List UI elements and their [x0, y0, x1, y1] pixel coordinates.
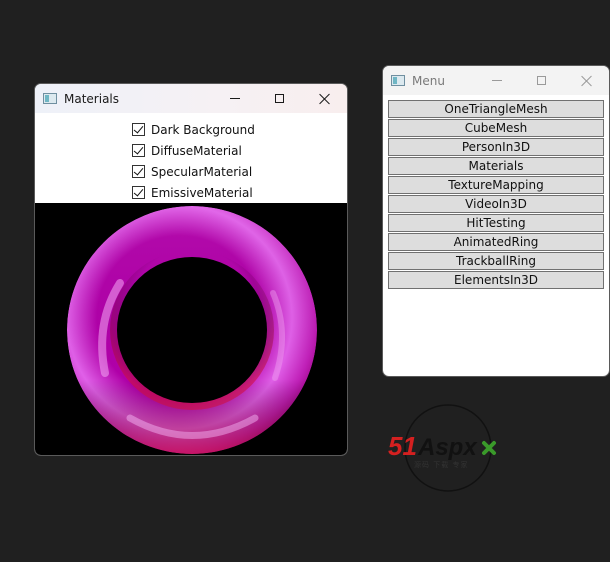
menu-button-elements-in-3d[interactable]: ElementsIn3D	[388, 271, 604, 289]
maximize-button[interactable]	[519, 66, 564, 95]
svg-text:51: 51	[388, 431, 417, 461]
maximize-button[interactable]	[257, 84, 302, 113]
svg-text:Aspx: Aspx	[417, 434, 478, 461]
menu-button-hit-testing[interactable]: HitTesting	[388, 214, 604, 232]
window-title: Materials	[64, 91, 120, 106]
checkbox-diffuse-material[interactable]: DiffuseMaterial	[132, 140, 347, 161]
menu-button-person-in-3d[interactable]: PersonIn3D	[388, 138, 604, 156]
minimize-button[interactable]	[474, 66, 519, 95]
menu-button-cube-mesh[interactable]: CubeMesh	[388, 119, 604, 137]
menu-titlebar[interactable]: Menu	[383, 66, 609, 95]
close-button[interactable]	[302, 84, 347, 113]
checkbox-checked-icon[interactable]	[132, 186, 145, 199]
checkbox-specular-material[interactable]: SpecularMaterial	[132, 161, 347, 182]
menu-button-trackball-ring[interactable]: TrackballRing	[388, 252, 604, 270]
checkbox-checked-icon[interactable]	[132, 144, 145, 157]
checkbox-label: SpecularMaterial	[151, 164, 253, 179]
watermark-logo-icon: 51 Aspx 源码 下载 专家	[388, 404, 496, 492]
3d-viewport[interactable]	[35, 203, 347, 455]
close-icon	[581, 75, 593, 87]
51aspx-watermark-logo: 51 Aspx 源码 下载 专家	[388, 403, 512, 495]
app-window-icon	[43, 93, 57, 104]
minimize-button[interactable]	[212, 84, 257, 113]
menu-button-one-triangle-mesh[interactable]: OneTriangleMesh	[388, 100, 604, 118]
close-button[interactable]	[564, 66, 609, 95]
menu-button-materials[interactable]: Materials	[388, 157, 604, 175]
menu-button-video-in-3d[interactable]: VideoIn3D	[388, 195, 604, 213]
window-title: Menu	[412, 73, 445, 88]
menu-window: Menu OneTriangleMesh CubeMesh PersonIn3D…	[382, 65, 610, 377]
svg-text:源码 下载 专家: 源码 下载 专家	[414, 460, 468, 469]
checkbox-dark-background[interactable]: Dark Background	[132, 119, 347, 140]
torus-render	[67, 206, 317, 454]
materials-window: Materials Dark Background DiffuseMateria…	[34, 83, 348, 456]
maximize-icon	[275, 94, 284, 103]
material-options: Dark Background DiffuseMaterial Specular…	[35, 113, 347, 203]
checkbox-label: DiffuseMaterial	[151, 143, 242, 158]
minimize-icon	[491, 80, 502, 81]
checkbox-checked-icon[interactable]	[132, 165, 145, 178]
maximize-icon	[537, 76, 546, 85]
menu-button-animated-ring[interactable]: AnimatedRing	[388, 233, 604, 251]
menu-button-texture-mapping[interactable]: TextureMapping	[388, 176, 604, 194]
app-window-icon	[391, 75, 405, 86]
checkbox-label: EmissiveMaterial	[151, 185, 253, 200]
materials-titlebar[interactable]: Materials	[35, 84, 347, 113]
checkbox-checked-icon[interactable]	[132, 123, 145, 136]
close-icon	[319, 93, 331, 105]
demo-menu-list: OneTriangleMesh CubeMesh PersonIn3D Mate…	[383, 95, 609, 289]
checkbox-emissive-material[interactable]: EmissiveMaterial	[132, 182, 347, 203]
checkbox-label: Dark Background	[151, 122, 255, 137]
minimize-icon	[229, 98, 240, 99]
